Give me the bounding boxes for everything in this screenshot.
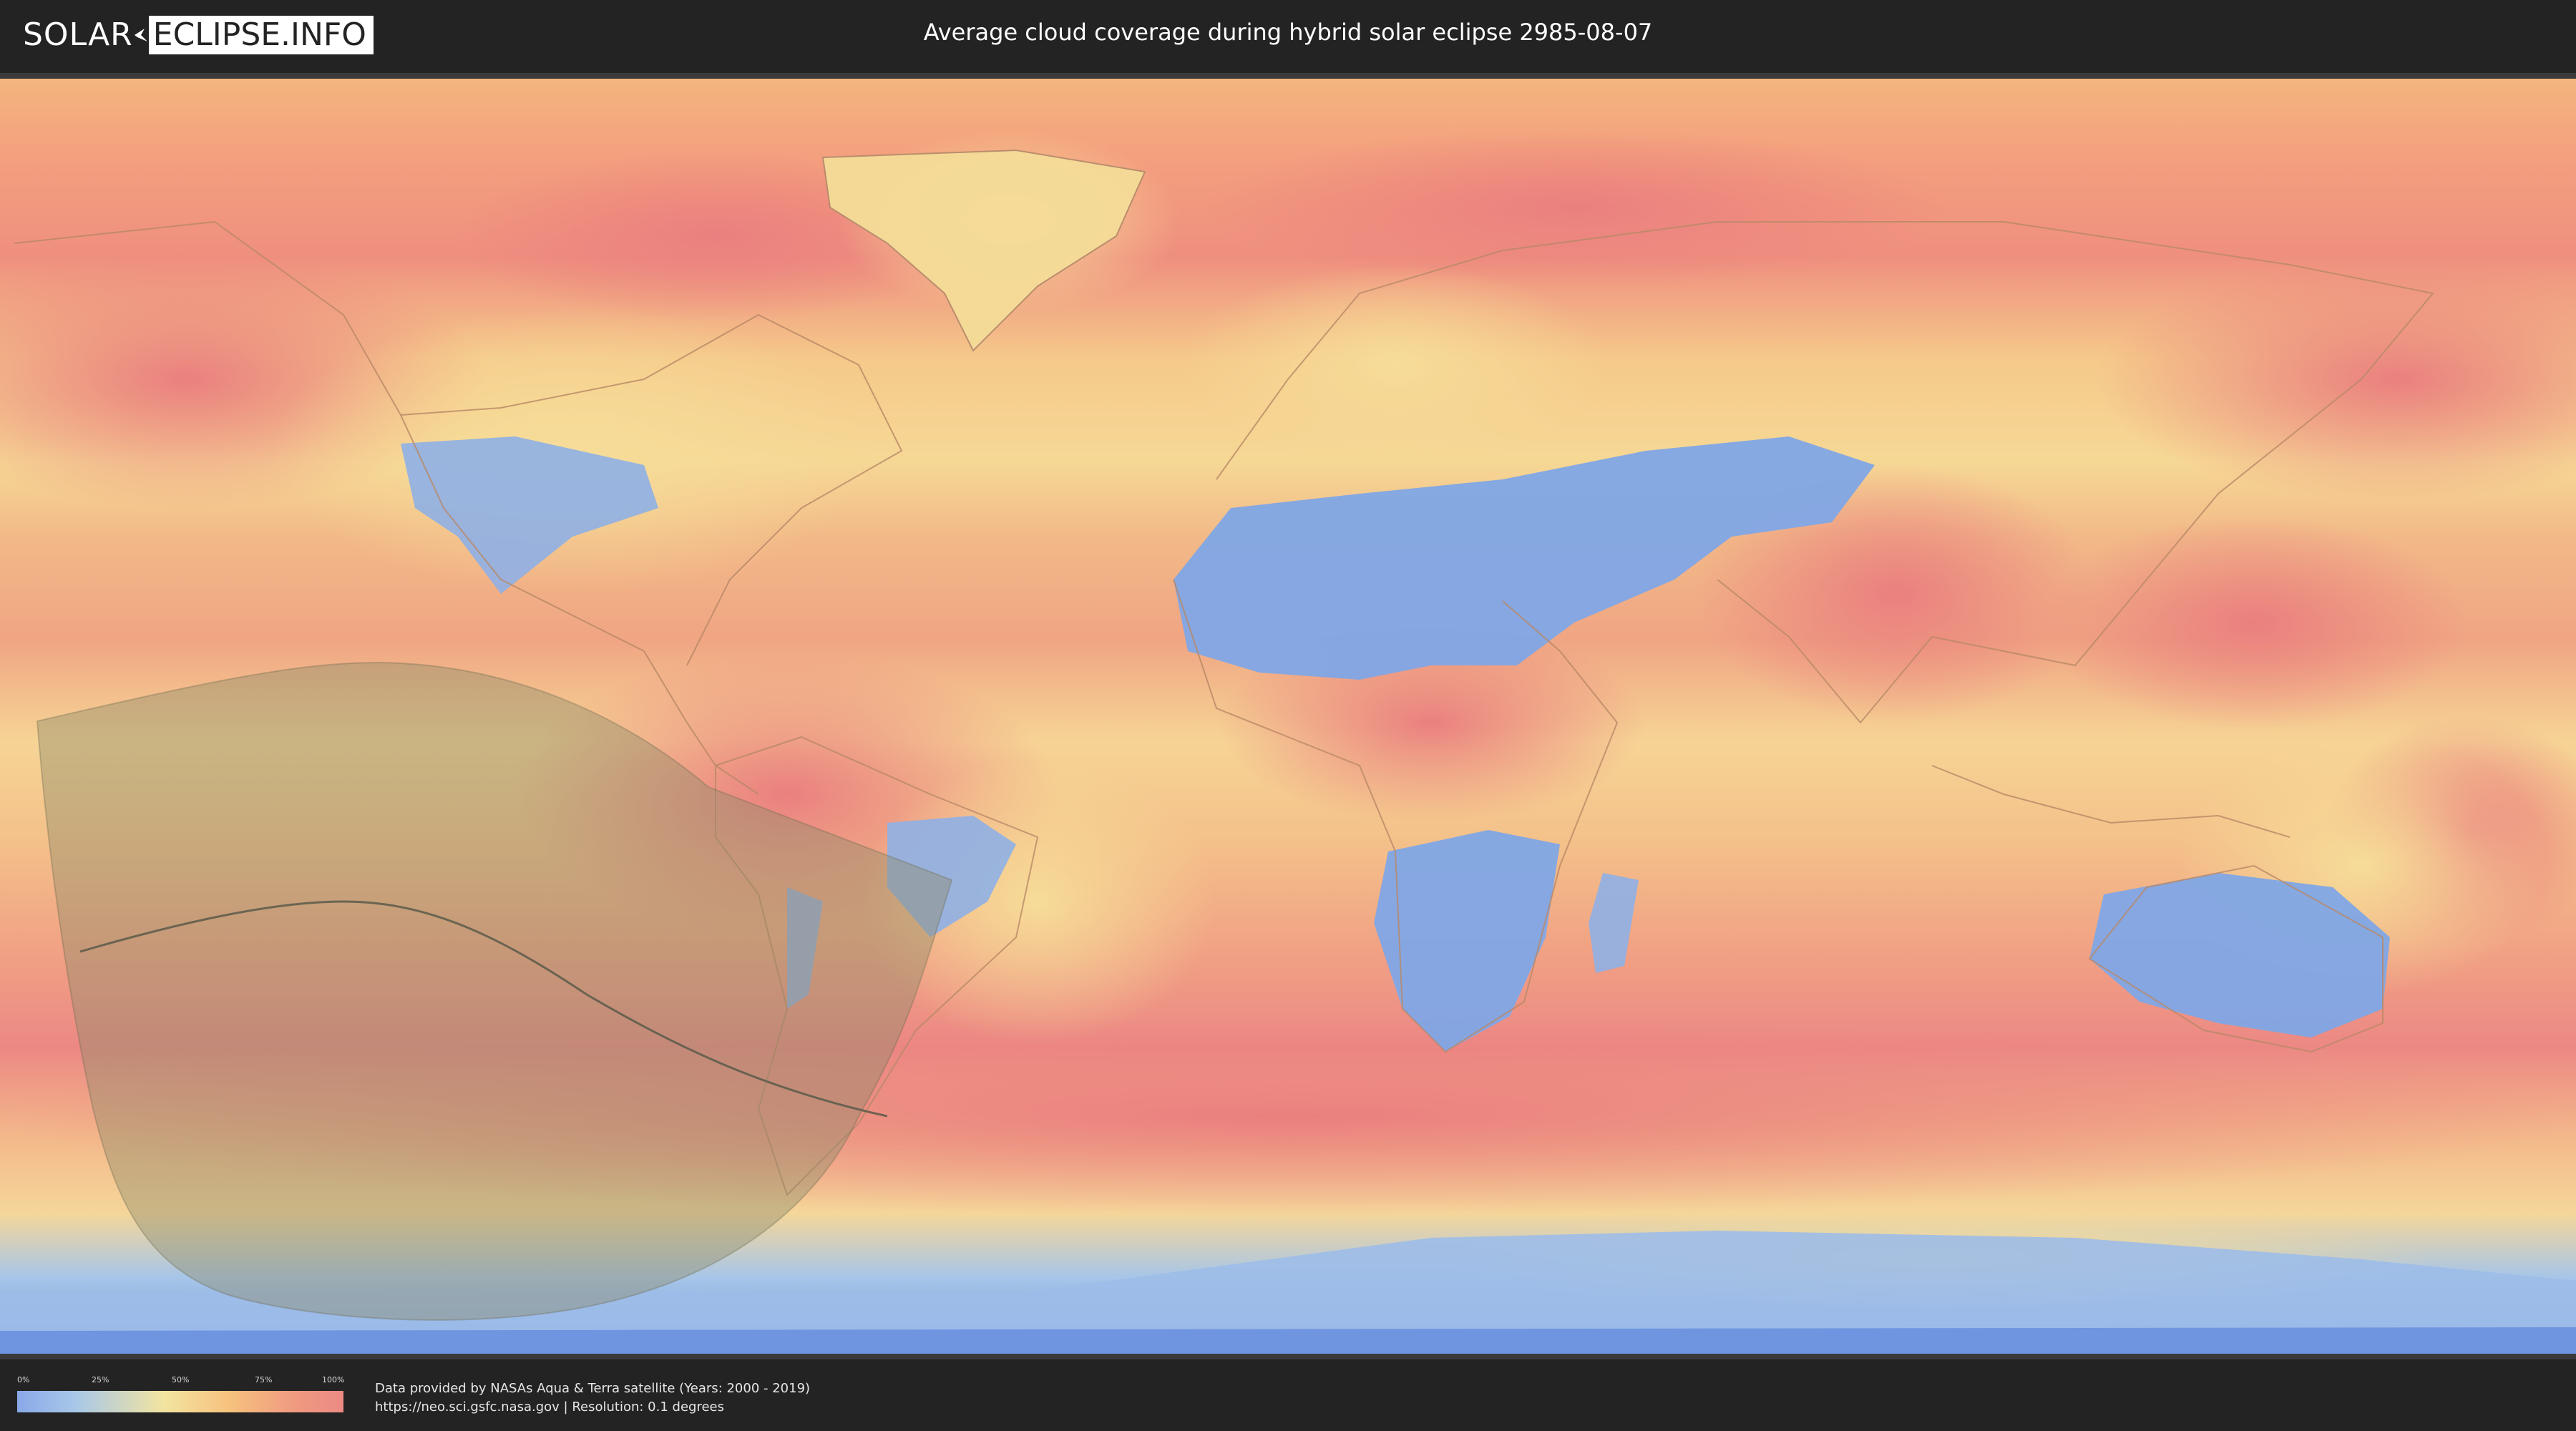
legend-tick-50: 50% <box>172 1375 190 1384</box>
header-bar: SOLAR ECLIPSE.INFO Average cloud coverag… <box>0 0 2576 73</box>
map-frame <box>0 73 2576 1359</box>
page: SOLAR ECLIPSE.INFO Average cloud coverag… <box>0 0 2576 1431</box>
footer-bar: 0% 25% 50% 75% 100% Data provided by NAS… <box>0 1359 2576 1431</box>
legend-ticks: 0% 25% 50% 75% 100% <box>17 1375 345 1387</box>
credit-line-1: Data provided by NASAs Aqua & Terra sate… <box>375 1381 811 1396</box>
legend-tick-0: 0% <box>17 1375 30 1384</box>
legend-color-bar <box>17 1391 343 1412</box>
cloud-legend: 0% 25% 50% 75% 100% <box>17 1375 345 1415</box>
legend-tick-75: 75% <box>255 1375 273 1384</box>
cloud-coverage-map[interactable] <box>0 79 2576 1354</box>
legend-tick-25: 25% <box>92 1375 109 1384</box>
data-credits: Data provided by NASAs Aqua & Terra sate… <box>375 1379 810 1417</box>
legend-tick-100: 100% <box>322 1375 345 1384</box>
credit-line-2[interactable]: https://neo.sci.gsfc.nasa.gov | Resoluti… <box>375 1398 810 1417</box>
page-title: Average cloud coverage during hybrid sol… <box>923 19 1653 46</box>
